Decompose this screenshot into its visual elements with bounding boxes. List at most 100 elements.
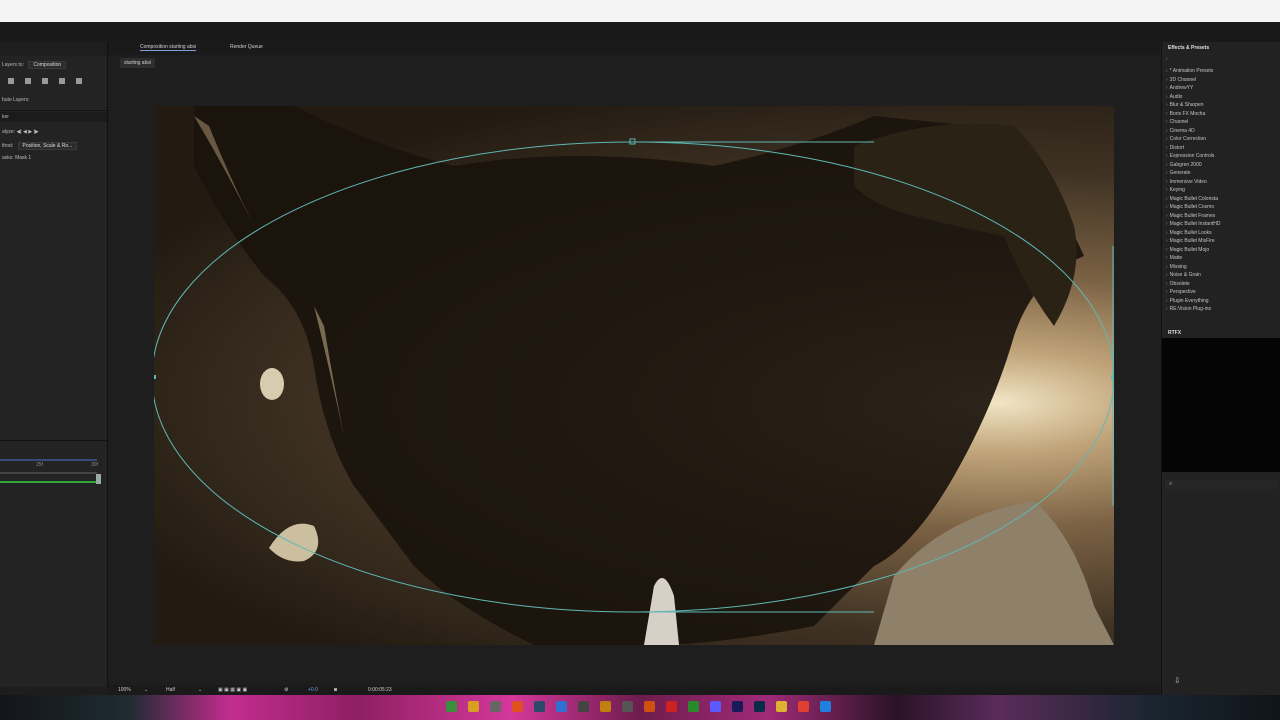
mask-vertex-icon[interactable] — [154, 375, 156, 379]
analyze-label: alyze: — [2, 129, 16, 135]
list-item[interactable]: Perspective — [1166, 289, 1196, 295]
list-item[interactable]: * Animation Presets — [1166, 68, 1214, 74]
list-item[interactable]: Plugin Everything — [1166, 298, 1209, 304]
analyze-back-icon[interactable]: ◀| ◀ ▶ |▶ — [16, 129, 38, 135]
app-icon[interactable] — [710, 701, 721, 712]
divider — [0, 110, 107, 111]
color-management-icon[interactable]: ⚙ — [284, 687, 288, 693]
align-bottom-icon[interactable] — [76, 78, 82, 84]
list-item[interactable]: Magic Bullet Frames — [1166, 213, 1216, 219]
search-icon: ⌕ — [1169, 481, 1173, 487]
download-icon[interactable]: ⇩ — [1174, 676, 1181, 685]
app-icon[interactable] — [622, 701, 633, 712]
timeline-track — [0, 472, 97, 474]
list-item[interactable]: Magic Bullet MisFire — [1166, 238, 1215, 244]
app-header-strip — [0, 22, 1280, 42]
masks-value[interactable]: Mask 1 — [15, 155, 31, 161]
list-item[interactable]: AndrewYY — [1166, 85, 1194, 91]
list-item[interactable]: Channel — [1166, 119, 1189, 125]
list-item[interactable]: Magic Bullet InstantHD — [1166, 221, 1221, 227]
tracker-header: ker — [0, 112, 107, 122]
composition-viewer[interactable] — [154, 106, 1114, 645]
list-item[interactable]: Cinema 4D — [1166, 128, 1195, 134]
tab-render-queue[interactable]: Render Queue — [230, 44, 263, 50]
align-panel-header — [0, 42, 107, 56]
list-item[interactable]: Gabgren 2000 — [1166, 162, 1202, 168]
current-timecode[interactable]: 0:00:05:23 — [368, 687, 392, 693]
tab-composition[interactable]: Composition starting absi — [140, 44, 197, 51]
photoshop-icon[interactable] — [754, 701, 765, 712]
list-item[interactable]: 3D Channel — [1166, 77, 1196, 83]
method-row: thod: Position, Scale & Ro... — [2, 142, 78, 150]
align-center-icon[interactable] — [25, 78, 31, 84]
list-item[interactable]: Noise & Grain — [1166, 272, 1201, 278]
list-item[interactable]: Magic Bullet Looks — [1166, 230, 1212, 236]
analyze-row: alyze: ◀| ◀ ▶ |▶ — [2, 129, 39, 135]
list-item[interactable]: RE:Vision Plug-ins — [1166, 306, 1211, 312]
align-top-icon[interactable] — [42, 78, 48, 84]
app-icon[interactable] — [600, 701, 611, 712]
region-of-interest-icon[interactable]: ▣ ▣ ▦ ▣ ▣ — [218, 687, 247, 693]
app-icon[interactable] — [688, 701, 699, 712]
viewer-controls-bar: 100% ⌄ Half ⌄ ▣ ▣ ▦ ▣ ▣ ⚙ +0.0 ◙ 0:00:05… — [108, 685, 1160, 695]
timeline-work-area[interactable] — [0, 459, 97, 461]
composition-breadcrumb[interactable]: starting absi — [120, 58, 155, 68]
list-item[interactable]: Obsolete — [1166, 281, 1190, 287]
list-item[interactable]: Expression Controls — [1166, 153, 1215, 159]
chevron-down-icon[interactable]: ⌄ — [198, 687, 202, 693]
list-item[interactable]: Color Correction — [1166, 136, 1206, 142]
list-item[interactable]: Magic Bullet Mojo — [1166, 247, 1209, 253]
timeline-mark-25f: 25f — [36, 462, 43, 468]
align-layers-dropdown[interactable]: Composition — [28, 61, 67, 69]
camera-icon[interactable]: ◙ — [334, 687, 337, 693]
list-item[interactable]: Immersive Video — [1166, 179, 1207, 185]
timeline-mark-30f: 30f — [91, 462, 98, 468]
method-dropdown[interactable]: Position, Scale & Ro... — [17, 142, 78, 150]
search-input[interactable]: ⌕ — [1165, 480, 1278, 489]
app-icon[interactable] — [512, 701, 523, 712]
app-icon[interactable] — [534, 701, 545, 712]
chevron-down-icon[interactable]: ⌄ — [144, 687, 148, 693]
list-item[interactable]: Magic Bullet Cosmo — [1166, 204, 1214, 210]
masks-label: asks: — [2, 155, 14, 161]
align-middle-icon[interactable] — [59, 78, 65, 84]
windows-start-icon[interactable] — [820, 701, 831, 712]
after-effects-icon[interactable] — [732, 701, 743, 712]
rtfx-panel-content — [1162, 338, 1280, 472]
list-item[interactable]: Boris FX Mocha — [1166, 111, 1206, 117]
zoom-dropdown[interactable]: 100% — [118, 687, 131, 693]
app-icon[interactable] — [798, 701, 809, 712]
app-icon[interactable] — [556, 701, 567, 712]
left-panel: Layers to: Composition bute Layers: ker … — [0, 42, 108, 687]
list-item[interactable]: Distort — [1166, 145, 1184, 151]
effects-presets-panel: Effects & Presets * Animation Presets 3D… — [1161, 42, 1280, 695]
app-icon[interactable] — [468, 701, 479, 712]
composition-panel: Composition starting absi Render Queue s… — [108, 42, 1160, 687]
list-item[interactable]: Matte — [1166, 255, 1183, 261]
os-taskbar — [0, 695, 1280, 720]
composition-tab-bar: Composition starting absi Render Queue — [108, 42, 1160, 55]
app-icon[interactable] — [490, 701, 501, 712]
app-icon[interactable] — [446, 701, 457, 712]
effects-panel-title: Effects & Presets — [1168, 45, 1210, 51]
masks-row: asks: Mask 1 — [2, 155, 31, 161]
resolution-dropdown[interactable]: Half — [166, 687, 175, 693]
list-item[interactable]: Keying — [1166, 187, 1185, 193]
list-item[interactable]: Missing — [1166, 264, 1187, 270]
exposure-value[interactable]: +0.0 — [308, 687, 318, 693]
list-item[interactable]: Generate — [1166, 170, 1191, 176]
align-layers-label: Layers to: — [2, 62, 24, 68]
folder-icon[interactable] — [776, 701, 787, 712]
app-icon[interactable] — [666, 701, 677, 712]
list-item[interactable]: Audio — [1166, 94, 1183, 100]
playhead-icon[interactable] — [96, 474, 101, 484]
app-icon[interactable] — [578, 701, 589, 712]
search-icon[interactable] — [1166, 56, 1170, 62]
list-item[interactable]: Magic Bullet Colorista — [1166, 196, 1218, 202]
timeline-layer-bar[interactable] — [0, 481, 97, 483]
list-item[interactable]: Blur & Sharpen — [1166, 102, 1204, 108]
app-icon[interactable] — [644, 701, 655, 712]
rock — [260, 368, 284, 400]
align-left-icon[interactable] — [8, 78, 14, 84]
divider — [0, 440, 107, 441]
